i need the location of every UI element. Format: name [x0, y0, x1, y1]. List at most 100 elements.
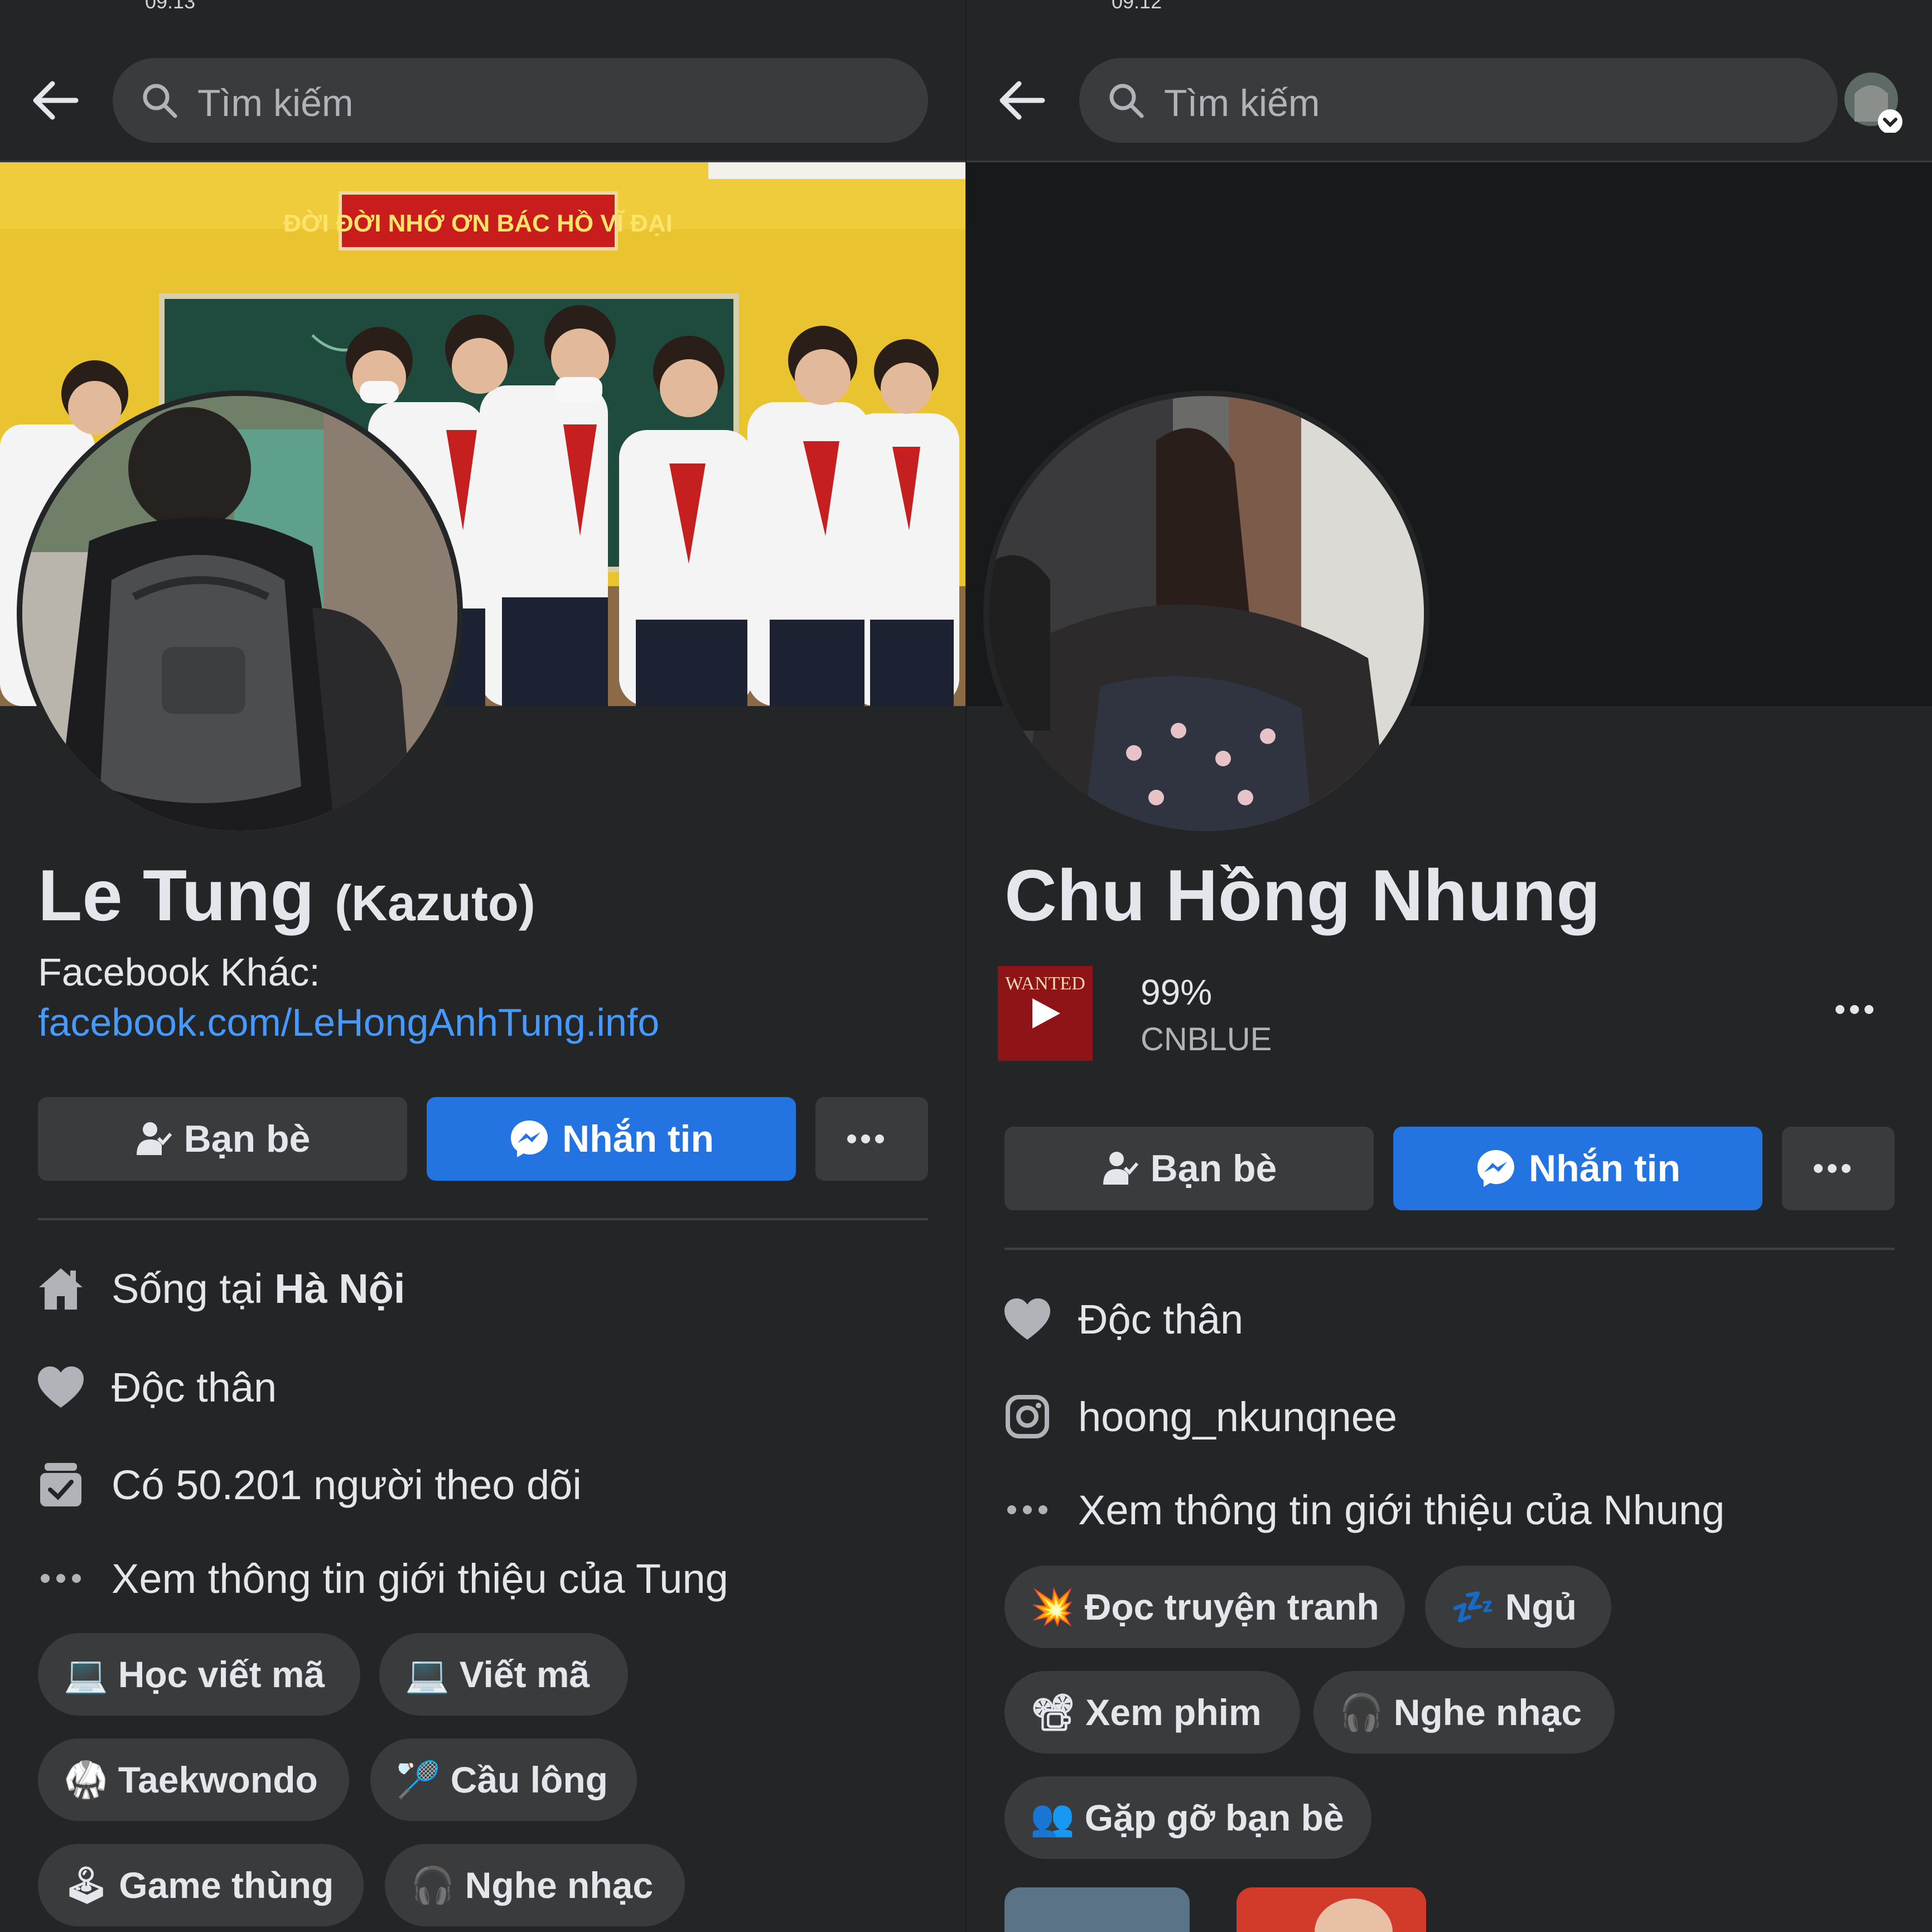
more-dots-icon [1002, 1485, 1052, 1535]
profile-panel-right: 09:12 Tìm kiếm Chu Hồng Nhung WANTED 99%… [967, 0, 1932, 1932]
top-bar: 09:12 Tìm kiếm [967, 0, 1932, 162]
laptop-icon: 💻 [405, 1654, 450, 1696]
more-options-button[interactable] [815, 1097, 928, 1181]
home-icon [36, 1263, 86, 1313]
messenger-icon [1477, 1150, 1515, 1187]
hobby-chip[interactable]: 🕹 Game thùng [38, 1844, 364, 1926]
messenger-icon [511, 1120, 548, 1157]
message-button-label: Nhắn tin [562, 1118, 714, 1160]
hobby-chip[interactable]: 🎧 Nghe nhạc [385, 1844, 685, 1926]
more-dots-icon [1814, 1164, 1851, 1173]
lives-city[interactable]: Hà Nội [274, 1265, 405, 1312]
account-avatar-icon [1844, 73, 1902, 134]
sleep-icon: 💤 [1451, 1586, 1495, 1628]
hobby-chip[interactable]: 📽 Xem phim [1004, 1671, 1300, 1754]
followers-text: Có 50.201 người theo dõi [112, 1461, 582, 1508]
hobby-chip[interactable]: 💥 Đọc truyện tranh [1004, 1566, 1405, 1648]
info-relationship: Độc thân [1002, 1294, 1243, 1344]
hobby-chip[interactable]: 💤 Ngủ [1425, 1566, 1611, 1648]
hobby-chip[interactable]: 💻 Học viết mã [38, 1633, 360, 1716]
more-dots-icon [847, 1134, 884, 1143]
search-input[interactable]: Tìm kiếm [113, 58, 928, 143]
instagram-handle: hoong_nkunqnee [1078, 1393, 1398, 1440]
music-more-button[interactable] [1834, 1004, 1879, 1021]
message-button[interactable]: Nhắn tin [427, 1097, 796, 1181]
music-title: 99% [1141, 972, 1213, 1012]
friend-check-icon [136, 1122, 172, 1155]
headphones-icon: 🎧 [1339, 1692, 1384, 1733]
more-options-button[interactable] [1782, 1127, 1895, 1210]
profile-avatar[interactable] [983, 390, 1429, 837]
top-bar: 09:13 Tìm kiếm [0, 0, 965, 162]
search-icon [1109, 84, 1144, 118]
relationship-text: Độc thân [112, 1364, 277, 1411]
info-about-link[interactable]: Xem thông tin giới thiệu của Nhung [1002, 1485, 1725, 1535]
cover-banner-text: ĐỜI ĐỜI NHỚ ƠN BÁC HỒ VĨ ĐẠI [283, 209, 673, 237]
laptop-icon: 💻 [64, 1654, 108, 1696]
search-input[interactable]: Tìm kiếm [1079, 58, 1838, 143]
hobby-label: Nghe nhạc [465, 1865, 654, 1906]
joystick-icon: 🕹 [64, 1865, 109, 1906]
hobby-label: Gặp gỡ bạn bè [1084, 1797, 1344, 1838]
message-button[interactable]: Nhắn tin [1393, 1127, 1762, 1210]
back-arrow-icon[interactable] [27, 73, 83, 128]
about-text: Xem thông tin giới thiệu của Tung [112, 1555, 728, 1602]
search-placeholder: Tìm kiếm [197, 82, 354, 124]
lives-prefix: Sống tại [112, 1265, 263, 1312]
status-time: 09:13 [145, 0, 196, 13]
hobby-label: Viết mã [459, 1654, 590, 1695]
friends-button[interactable]: Bạn bè [1004, 1127, 1374, 1210]
hobby-chip[interactable]: 💻 Viết mã [379, 1633, 628, 1716]
hobby-label: Đọc truyện tranh [1084, 1586, 1379, 1627]
friends-button-label: Bạn bè [183, 1118, 311, 1160]
hobby-chip[interactable]: 🎧 Nghe nhạc [1313, 1671, 1615, 1754]
profile-panel-left: 09:13 Tìm kiếm ĐỜI ĐỜI NHỚ ƠN BÁC HỒ VĨ … [0, 0, 965, 1932]
heart-icon [1002, 1294, 1052, 1344]
account-switcher[interactable] [1843, 71, 1905, 134]
instagram-icon [1002, 1392, 1052, 1442]
headphones-icon: 🎧 [410, 1865, 455, 1906]
music-artist: CNBLUE [1141, 1021, 1272, 1057]
relationship-text: Độc thân [1078, 1296, 1244, 1342]
badminton-icon: 🏸 [396, 1759, 441, 1801]
profile-name: Le Tung (Kazuto) [38, 853, 535, 937]
profile-nickname: (Kazuto) [334, 876, 535, 931]
featured-photo-face [1315, 1899, 1393, 1932]
featured-photo[interactable] [1237, 1887, 1426, 1932]
bio-link[interactable]: facebook.com/LeHongAnhTung.info [38, 997, 659, 1047]
message-button-label: Nhắn tin [1529, 1147, 1680, 1190]
featured-photo[interactable] [1004, 1887, 1190, 1932]
info-instagram[interactable]: hoong_nkunqnee [1002, 1392, 1397, 1442]
hobby-chip[interactable]: 🏸 Cầu lông [370, 1738, 637, 1821]
martial-arts-uniform-icon: 🥋 [64, 1759, 108, 1801]
bio-text: Facebook Khác: [38, 950, 320, 994]
profile-name-text: Le Tung [38, 854, 315, 936]
explosion-icon: 💥 [1030, 1586, 1075, 1628]
profile-avatar[interactable] [17, 390, 463, 837]
more-dots-icon [36, 1553, 86, 1603]
search-placeholder: Tìm kiếm [1164, 82, 1320, 124]
status-time: 09:12 [1112, 0, 1162, 13]
hobby-chip[interactable]: 👥 Gặp gỡ bạn bè [1004, 1776, 1371, 1859]
friends-button-label: Bạn bè [1150, 1147, 1277, 1190]
section-divider [38, 1218, 928, 1220]
profile-bio: Facebook Khác: facebook.com/LeHongAnhTun… [38, 947, 659, 1047]
music-cover-text: WANTED [1005, 973, 1085, 994]
heart-icon [36, 1362, 86, 1412]
info-lives-in: Sống tại Hà Nội [36, 1263, 405, 1313]
status-bar: 09:13 [0, 0, 965, 13]
film-projector-icon: 📽 [1030, 1692, 1076, 1733]
followers-icon [36, 1460, 86, 1510]
hobby-label: Xem phim [1085, 1692, 1262, 1733]
music-cover-art[interactable]: WANTED [998, 966, 1093, 1061]
hobby-label: Nghe nhạc [1393, 1692, 1582, 1733]
friend-check-icon [1103, 1152, 1138, 1185]
info-about-link[interactable]: Xem thông tin giới thiệu của Tung [36, 1553, 728, 1603]
friends-button[interactable]: Bạn bè [38, 1097, 407, 1181]
hobby-chip[interactable]: 🥋 Taekwondo [38, 1738, 349, 1821]
info-followers[interactable]: Có 50.201 người theo dõi [36, 1460, 582, 1510]
back-arrow-icon[interactable] [993, 73, 1049, 128]
info-relationship: Độc thân [36, 1362, 277, 1412]
hobby-label: Cầu lông [450, 1759, 608, 1800]
profile-name-text: Chu Hồng Nhung [1004, 854, 1601, 936]
